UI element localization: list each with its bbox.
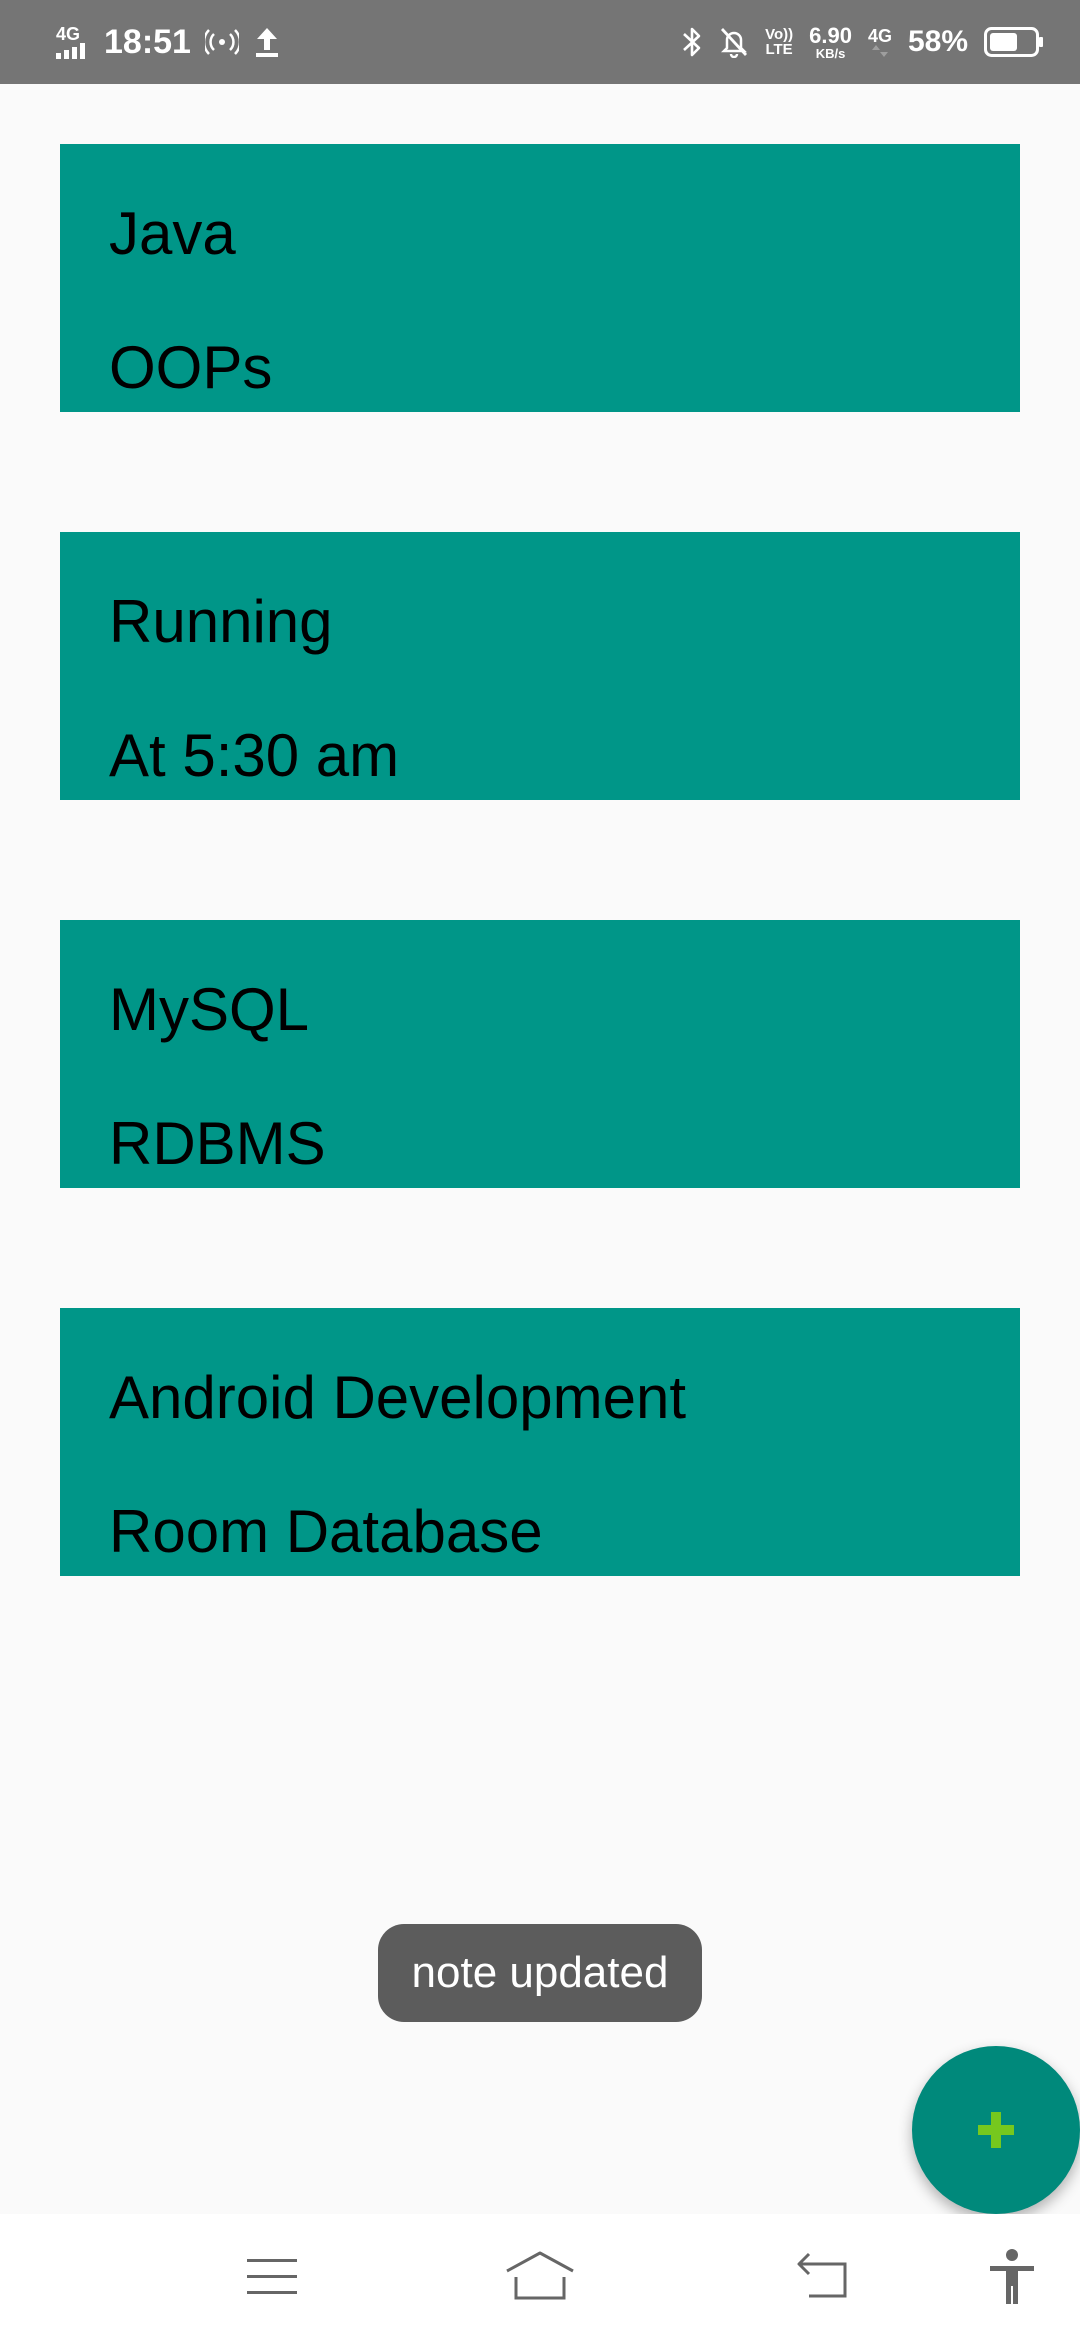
note-title: MySQL xyxy=(109,976,310,1043)
menu-icon xyxy=(247,2259,297,2294)
accessibility-icon xyxy=(990,2249,1034,2304)
status-bar-left: 4G 18:51 xyxy=(56,0,281,84)
network-speed-unit: KB/s xyxy=(815,45,846,61)
toast-message: note updated xyxy=(378,1924,702,2022)
back-button[interactable] xyxy=(784,2244,864,2310)
notes-list: Java OOPs Running At 5:30 am MySQL RDBMS… xyxy=(60,144,1020,1696)
mobile-data-icon: 4G xyxy=(868,27,892,57)
note-description: At 5:30 am xyxy=(109,722,400,789)
navigation-bar xyxy=(0,2214,1080,2340)
note-title: Android Development xyxy=(109,1364,687,1431)
upload-icon xyxy=(253,26,281,58)
back-icon xyxy=(797,2252,847,2298)
home-button[interactable] xyxy=(500,2244,580,2310)
notifications-off-icon xyxy=(719,26,749,58)
note-description: RDBMS xyxy=(109,1110,326,1177)
volte-bottom-label: LTE xyxy=(765,41,793,58)
note-title: Java xyxy=(109,200,236,267)
battery-icon xyxy=(984,27,1044,57)
network-type-label: 4G xyxy=(56,24,81,44)
add-note-button[interactable] xyxy=(912,2046,1080,2214)
hotspot-icon xyxy=(204,27,239,57)
note-title: Running xyxy=(109,588,333,655)
accessibility-button[interactable] xyxy=(972,2244,1052,2310)
note-card[interactable]: MySQL RDBMS xyxy=(60,920,1020,1188)
volte-icon: Vo)) LTE xyxy=(765,27,793,57)
notes-screen: 4G 18:51 Vo)) LTE 6.90 KB/s 4G 58% Java … xyxy=(0,0,1080,2340)
network-type-right-label: 4G xyxy=(867,26,892,46)
signal-icon: 4G xyxy=(56,25,90,59)
note-description: OOPs xyxy=(109,334,273,401)
battery-percent: 58% xyxy=(907,25,968,58)
note-description: Room Database xyxy=(109,1498,543,1565)
note-card[interactable]: Java OOPs xyxy=(60,144,1020,412)
network-speed: 6.90 KB/s xyxy=(809,22,852,61)
bluetooth-icon xyxy=(681,25,703,59)
network-speed-value: 6.90 xyxy=(809,22,852,48)
clock: 18:51 xyxy=(104,22,191,61)
menu-button[interactable] xyxy=(232,2244,312,2310)
status-bar-right: Vo)) LTE 6.90 KB/s 4G 58% xyxy=(681,0,1044,84)
volte-top-label: Vo)) xyxy=(765,26,794,43)
status-bar: 4G 18:51 Vo)) LTE 6.90 KB/s 4G 58% xyxy=(0,0,1080,84)
plus-icon xyxy=(978,2112,1014,2148)
home-icon xyxy=(506,2251,574,2300)
note-card[interactable]: Running At 5:30 am xyxy=(60,532,1020,800)
note-card[interactable]: Android Development Room Database xyxy=(60,1308,1020,1576)
